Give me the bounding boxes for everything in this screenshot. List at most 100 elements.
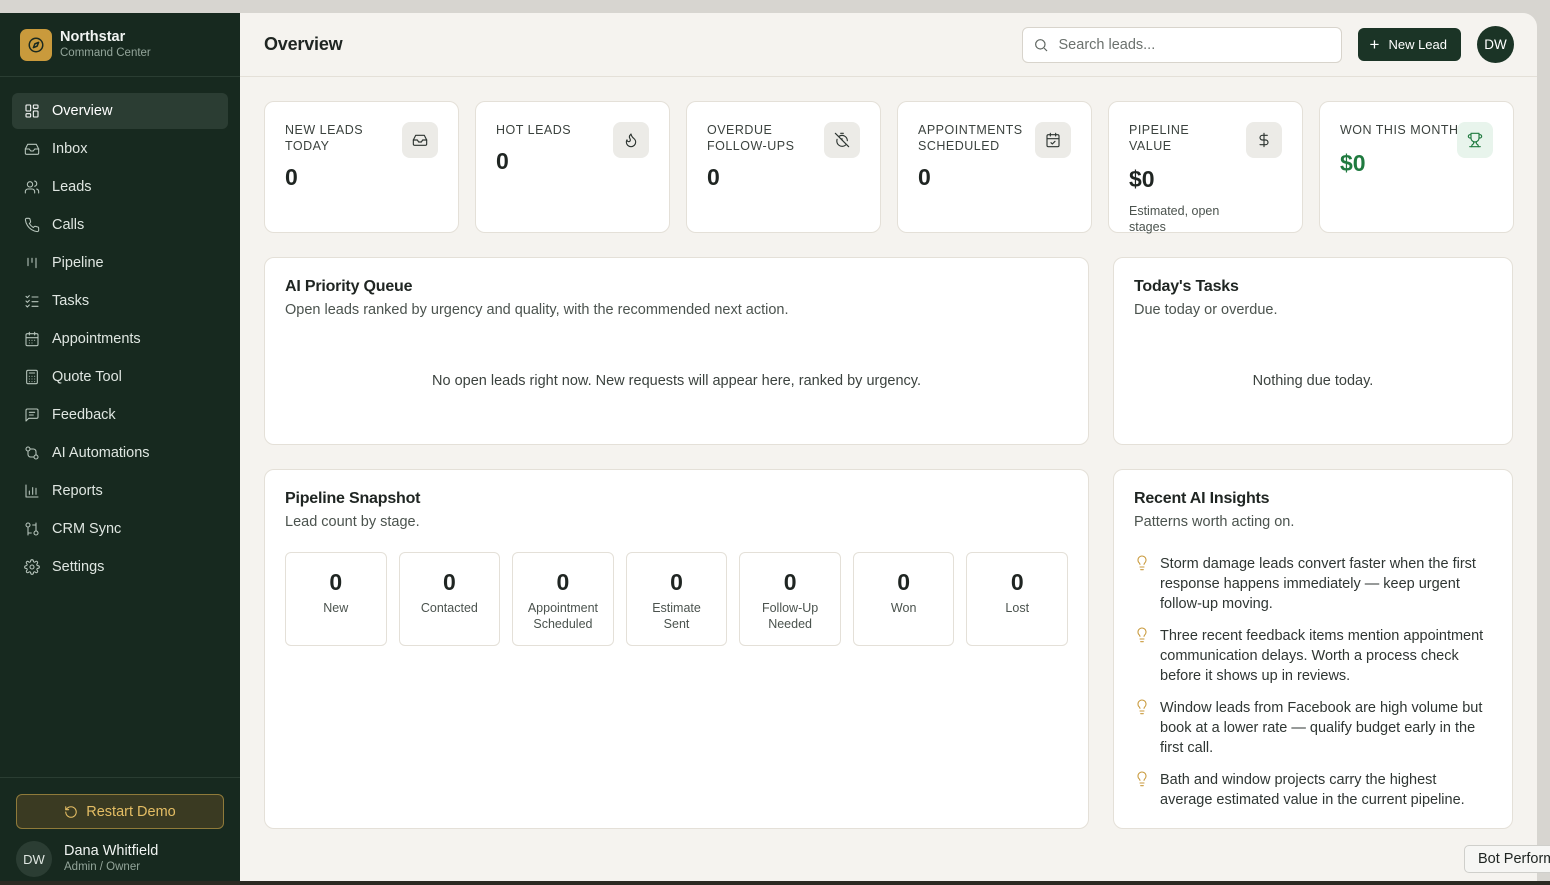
sidebar-item-ai-automations[interactable]: AI Automations xyxy=(12,435,228,471)
sidebar-item-label: Calls xyxy=(52,217,85,233)
stage-count: 0 xyxy=(670,569,683,595)
insight-text: Three recent feedback items mention appo… xyxy=(1160,628,1484,684)
stage-card-follow-up-needed[interactable]: 0 Follow-Up Needed xyxy=(739,552,841,646)
stage-count: 0 xyxy=(442,569,456,595)
sidebar-item-label: CRM Sync xyxy=(52,521,122,537)
dollar-icon xyxy=(1246,122,1282,158)
restart-icon xyxy=(65,805,78,818)
calendar-check-icon xyxy=(1035,122,1071,158)
kpi-row: New Leads Today 0 Hot Leads 0 Overdue Fo… xyxy=(264,101,1514,234)
sidebar-item-label: Overview xyxy=(52,103,113,119)
sidebar-item-label: Appointments xyxy=(52,331,141,347)
bot-performance-button[interactable]: Bot Perform xyxy=(1464,845,1550,873)
kpi-value: 0 xyxy=(285,164,298,190)
insight-list: Storm damage leads convert faster when t… xyxy=(1134,554,1492,810)
new-lead-button[interactable]: + New Lead xyxy=(1357,28,1461,61)
kpi-card-hot-leads: Hot Leads 0 xyxy=(475,101,670,233)
checklist-icon xyxy=(24,293,40,309)
sidebar-item-label: Reports xyxy=(52,483,103,499)
phone-icon xyxy=(24,217,40,233)
kpi-label: New Leads Today xyxy=(285,123,364,153)
sidebar-item-overview[interactable]: Overview xyxy=(12,93,228,129)
list-item: Storm damage leads convert faster when t… xyxy=(1134,554,1492,614)
inbox-icon xyxy=(402,122,438,158)
list-item: Bath and window projects carry the highe… xyxy=(1134,770,1492,810)
kpi-value: 0 xyxy=(918,164,931,190)
insight-text: Storm damage leads convert faster when t… xyxy=(1160,556,1476,612)
panel-subtitle: Open leads ranked by urgency and quality… xyxy=(285,302,789,318)
sidebar-item-label: Inbox xyxy=(52,141,88,157)
sidebar-item-label: Leads xyxy=(52,179,92,195)
panel-title: Today's Tasks xyxy=(1134,278,1239,295)
user-profile[interactable]: DW Dana Whitfield Admin / Owner xyxy=(16,841,224,877)
sidebar-item-inbox[interactable]: Inbox xyxy=(12,131,228,167)
search-input[interactable] xyxy=(1058,36,1319,53)
sidebar-item-crm-sync[interactable]: CRM Sync xyxy=(12,511,228,547)
stage-card-estimate-sent[interactable]: 0 Estimate Sent xyxy=(625,552,728,646)
search-icon xyxy=(1034,38,1047,51)
priority-queue-panel: AI Priority Queue Open leads ranked by u… xyxy=(264,257,1089,445)
sidebar-item-feedback[interactable]: Feedback xyxy=(12,397,228,433)
calculator-icon xyxy=(24,369,40,385)
stage-label: Won xyxy=(890,601,917,615)
page-title: Overview xyxy=(264,34,343,54)
brand-name: Northstar xyxy=(60,29,126,45)
sidebar-item-label: Tasks xyxy=(52,293,90,309)
sidebar-item-label: Quote Tool xyxy=(52,369,122,385)
lightbulb-icon xyxy=(1137,627,1147,643)
stage-count: 0 xyxy=(329,569,343,595)
kpi-card-pipeline-value: Pipeline Value $0 Estimated, open stages xyxy=(1108,101,1303,234)
sidebar-item-leads[interactable]: Leads xyxy=(12,169,228,205)
message-icon xyxy=(24,407,40,423)
flame-icon xyxy=(613,122,649,158)
sidebar-item-calls[interactable]: Calls xyxy=(12,207,228,243)
kpi-card-appointments: Appointments Scheduled 0 xyxy=(897,101,1092,233)
brand[interactable]: Northstar Command Center xyxy=(0,13,240,77)
bar-chart-icon xyxy=(24,483,40,499)
stage-card-won[interactable]: 0 Won xyxy=(852,552,955,646)
kpi-note: Estimated, open stages xyxy=(1129,204,1220,234)
stage-count: 0 xyxy=(783,569,797,595)
stage-count: 0 xyxy=(1010,569,1024,595)
stage-label: Lost xyxy=(1005,601,1030,615)
sidebar-item-reports[interactable]: Reports xyxy=(12,473,228,509)
sync-icon xyxy=(24,521,40,537)
brand-subtitle: Command Center xyxy=(60,47,151,59)
dashboard: New Leads Today 0 Hot Leads 0 Overdue Fo… xyxy=(240,77,1537,829)
kanban-icon xyxy=(24,255,40,271)
restart-demo-button[interactable]: Restart Demo xyxy=(16,794,224,829)
avatar: DW xyxy=(16,841,52,877)
sidebar-item-appointments[interactable]: Appointments xyxy=(12,321,228,357)
sidebar-item-settings[interactable]: Settings xyxy=(12,549,228,585)
panel-subtitle: Due today or overdue. xyxy=(1134,302,1278,318)
sidebar-item-tasks[interactable]: Tasks xyxy=(12,283,228,319)
sidebar-item-pipeline[interactable]: Pipeline xyxy=(12,245,228,281)
panel-subtitle: Lead count by stage. xyxy=(285,514,420,530)
list-item: Three recent feedback items mention appo… xyxy=(1134,626,1492,686)
sidebar-item-label: Pipeline xyxy=(52,255,104,271)
search-box[interactable] xyxy=(1021,26,1342,63)
stage-count: 0 xyxy=(897,569,911,595)
trophy-icon xyxy=(1457,122,1493,158)
gear-icon xyxy=(24,559,40,575)
stage-card-new[interactable]: 0 New xyxy=(285,552,387,646)
stage-card-lost[interactable]: 0 Lost xyxy=(966,552,1069,646)
stage-card-appointment-scheduled[interactable]: 0 Appointment Scheduled xyxy=(512,552,614,646)
sidebar-item-quote-tool[interactable]: Quote Tool xyxy=(12,359,228,395)
desktop-strip xyxy=(0,881,1550,885)
list-item: Window leads from Facebook are high volu… xyxy=(1134,698,1492,758)
lightbulb-icon xyxy=(1137,555,1147,571)
stage-label: Contacted xyxy=(420,601,478,615)
inbox-icon xyxy=(24,141,40,157)
timer-off-icon xyxy=(824,122,860,158)
kpi-label: Pipeline Value xyxy=(1129,123,1190,153)
dashboard-icon xyxy=(24,103,40,119)
sidebar-item-label: AI Automations xyxy=(52,445,150,461)
new-lead-label: New Lead xyxy=(1388,37,1447,52)
sidebar-item-label: Settings xyxy=(52,559,105,575)
avatar[interactable]: DW xyxy=(1477,26,1514,63)
users-icon xyxy=(24,179,40,195)
queue-row: AI Priority Queue Open leads ranked by u… xyxy=(264,257,1514,445)
stage-card-contacted[interactable]: 0 Contacted xyxy=(398,552,501,646)
kpi-label: Overdue Follow-Ups xyxy=(707,123,795,153)
